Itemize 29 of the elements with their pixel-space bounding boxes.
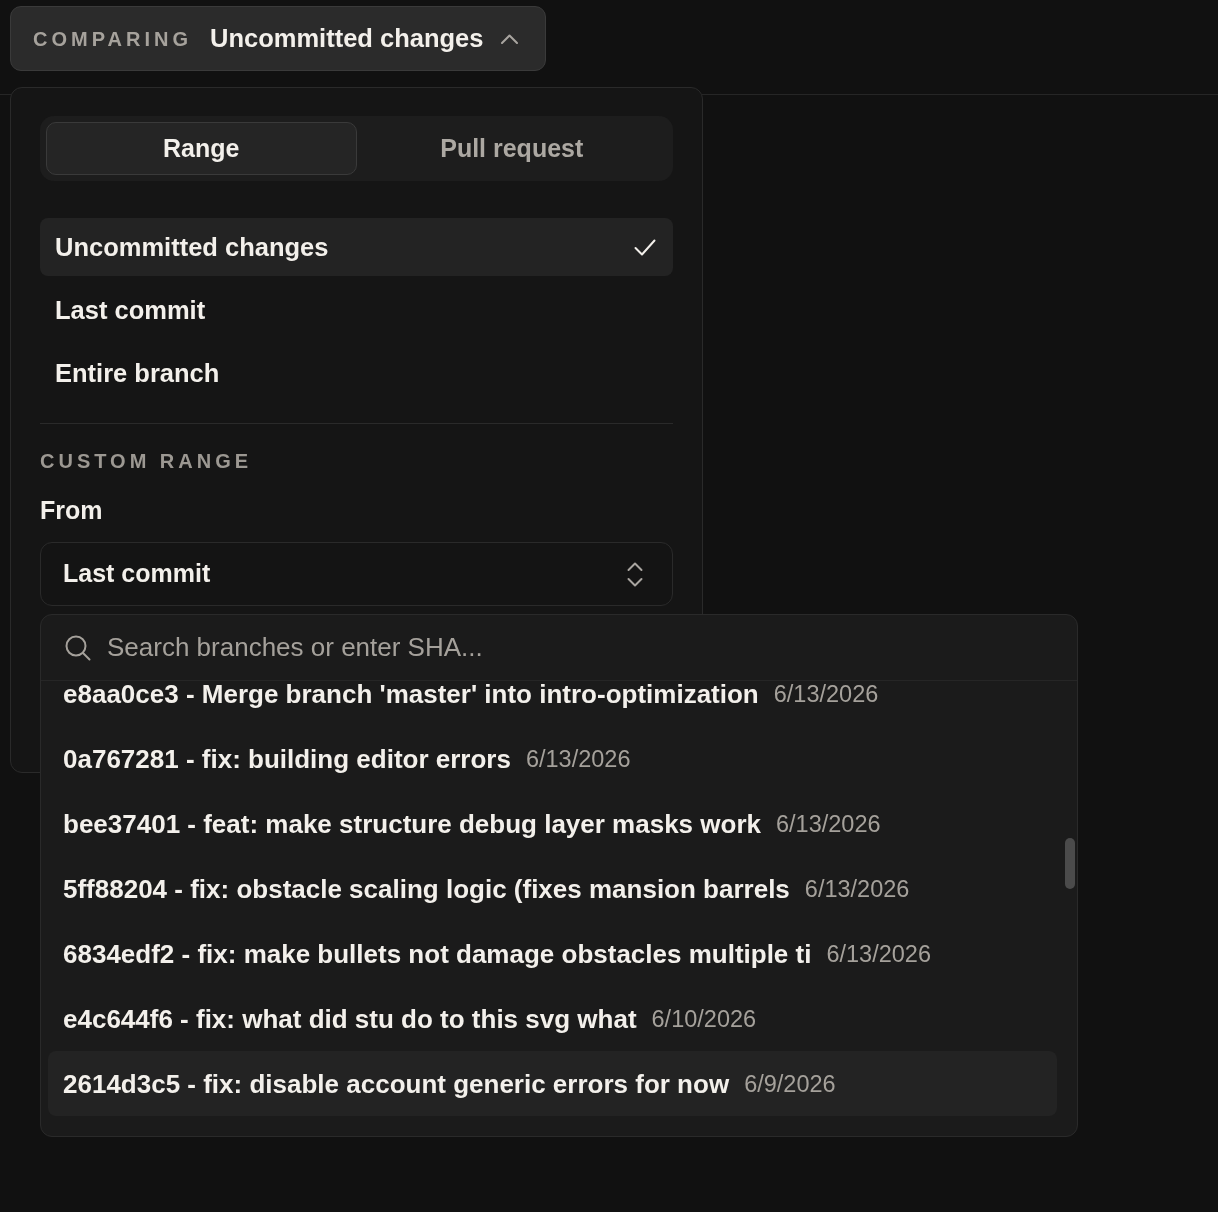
commit-item[interactable]: 5ff88204 - fix: obstacle scaling logic (fixes mansion barrels 6/13/2026 [48,856,1057,921]
commit-item[interactable]: 2614d3c5 - fix: disable account generic errors for now 6/9/2026 [48,1051,1057,1116]
segment-tab[interactable]: Range [46,122,357,175]
check-icon [634,238,656,256]
compare-button[interactable]: COMPARING Uncommitted changes [10,6,547,71]
select-field[interactable]: Last commit [40,542,673,606]
option-item[interactable]: Entire branch [40,344,673,402]
commit-date: 6/13/2026 [804,875,910,902]
commit-date: 6/10/2026 [651,1005,757,1032]
field-label: From [40,495,104,525]
commit-item[interactable]: 6834edf2 - fix: make bullets not damage obstacles multiple ti 6/13/2026 [48,921,1057,986]
commit-date: 6/13/2026 [776,810,881,837]
search-icon [65,634,91,661]
chevron-up-down-icon [627,561,643,587]
chevron-up-icon [501,33,519,44]
commit-item[interactable]: e4c644f6 - fix: what did stu do to this svg what 6/10/2026 [48,986,1057,1051]
section-heading: CUSTOM RANGE [40,449,254,473]
commit-date: 6/13/2026 [773,681,879,707]
option-item[interactable]: Last commit [40,281,673,339]
search-field[interactable]: Search branches or enter SHA... [107,627,1057,668]
commit-date: 6/13/2026 [826,940,931,967]
scrollbar-thumb[interactable] [1065,838,1075,889]
option-item[interactable]: Uncommitted changes [40,218,673,276]
commit-date: 6/9/2026 [744,1070,836,1097]
segment-tab[interactable]: Pull request [356,122,667,175]
commit-item[interactable]: 0a767281 - fix: building editor errors 6/13/2026 [48,726,1057,791]
commit-item[interactable]: bee37401 - feat: make structure debug layer masks work 6/13/2026 [48,791,1057,856]
commit-item[interactable]: e8aa0ce3 - Merge branch 'master' into intro-optimization 6/13/2026 [48,681,1057,726]
commit-date: 6/13/2026 [525,745,631,772]
